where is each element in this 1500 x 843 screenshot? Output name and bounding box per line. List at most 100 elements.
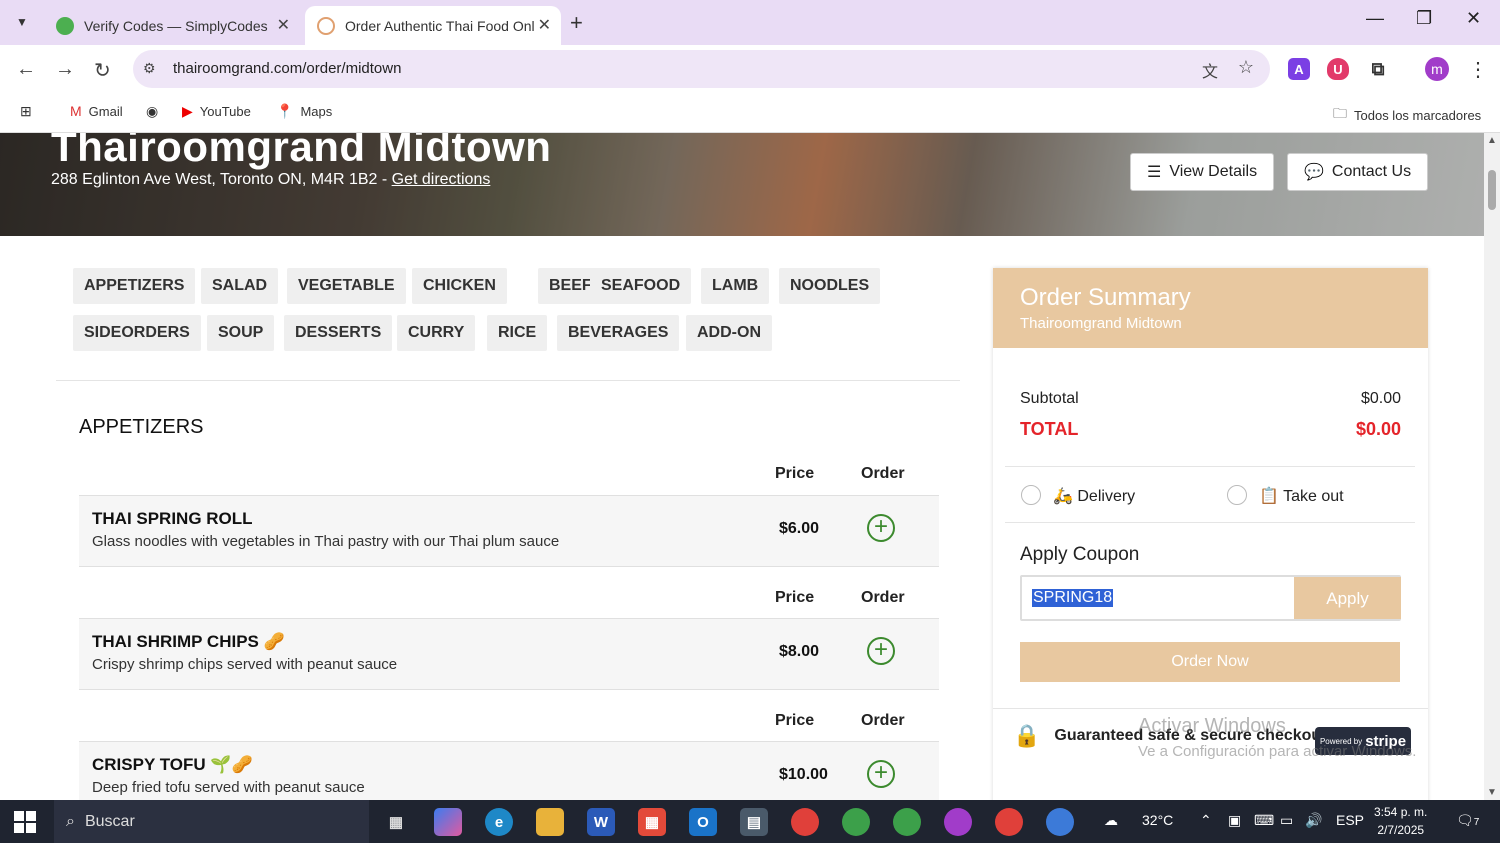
close-window-icon[interactable]: ✕ xyxy=(1466,8,1481,29)
taskbar-search[interactable]: ⌕ Buscar xyxy=(54,800,369,843)
price-header: Price xyxy=(775,712,815,729)
view-details-button[interactable]: ☰ View Details xyxy=(1130,153,1275,191)
add-to-order-icon[interactable]: + xyxy=(867,760,895,788)
chrome-icon[interactable] xyxy=(791,808,819,836)
coupon-input-value[interactable]: SPRING18 xyxy=(1032,589,1114,607)
contact-us-button[interactable]: 💬 Contact Us xyxy=(1287,153,1429,191)
clock[interactable]: 3:54 p. m. 2/7/2025 xyxy=(1374,803,1427,839)
word-icon[interactable]: W xyxy=(587,808,615,836)
weather-icon[interactable]: ☁ xyxy=(1104,812,1118,829)
takeout-radio[interactable] xyxy=(1227,485,1247,505)
chrome-icon[interactable] xyxy=(1046,808,1074,836)
tab-title: Verify Codes — SimplyCodes xyxy=(84,17,268,34)
subtotal-label: Subtotal xyxy=(1020,390,1079,407)
all-bookmarks[interactable]: 🗀 Todos los marcadores xyxy=(1333,103,1481,127)
category-soup[interactable]: SOUP xyxy=(207,315,275,351)
extensions-puzzle-icon[interactable]: ⧉ xyxy=(1367,58,1389,80)
order-summary-header: Order Summary Thairoomgrand Midtown xyxy=(993,268,1428,348)
windows-activation-subtext: Ve a Configuración para activar Windows. xyxy=(1138,743,1417,760)
chrome-icon[interactable] xyxy=(995,808,1023,836)
tab-thai-food[interactable]: Order Authentic Thai Food Onli ✕ xyxy=(305,6,561,45)
tab-search-button[interactable]: ▼ xyxy=(8,8,36,36)
weather-temp[interactable]: 32°C xyxy=(1142,812,1173,828)
bookmark-star-icon[interactable]: ☆ xyxy=(1238,57,1254,78)
chrome-active-icon[interactable] xyxy=(944,808,972,836)
page-content: Thairoomgrand Midtown 288 Eglinton Ave W… xyxy=(0,133,1484,800)
order-header: Order xyxy=(861,712,905,729)
category-rice[interactable]: RICE xyxy=(487,315,548,351)
extension-a-icon[interactable]: A xyxy=(1288,58,1310,80)
edge-icon[interactable]: e xyxy=(485,808,513,836)
volume-icon[interactable]: 🔊 xyxy=(1305,812,1322,829)
calculator-icon[interactable]: ▤ xyxy=(740,808,768,836)
bookmark-youtube[interactable]: ▶ YouTube xyxy=(182,103,251,120)
category-appetizers[interactable]: APPETIZERS xyxy=(73,268,196,304)
new-tab-icon[interactable]: + xyxy=(570,10,583,36)
close-tab-icon[interactable]: ✕ xyxy=(538,15,551,35)
lock-icon: 🔒 xyxy=(1013,723,1041,748)
category-salad[interactable]: SALAD xyxy=(201,268,279,304)
url-text[interactable]: thairoomgrand.com/order/midtown xyxy=(173,60,401,77)
profile-avatar[interactable]: m xyxy=(1425,57,1449,81)
order-now-button[interactable]: Order Now xyxy=(1020,642,1400,682)
category-lamb[interactable]: LAMB xyxy=(701,268,770,304)
coupon-input[interactable]: SPRING18 Apply xyxy=(1020,575,1401,621)
chrome-icon[interactable] xyxy=(893,808,921,836)
menu-item-row: THAI SPRING ROLL Glass noodles with vege… xyxy=(79,495,939,567)
network-icon[interactable]: ▭ xyxy=(1280,812,1293,829)
category-curry[interactable]: CURRY xyxy=(397,315,476,351)
divider xyxy=(1005,522,1415,523)
back-icon[interactable]: ← xyxy=(16,58,36,81)
bookmark-globe[interactable]: ◉ xyxy=(146,103,158,120)
category-vegetable[interactable]: VEGETABLE xyxy=(287,268,406,304)
meet-icon[interactable]: ▣ xyxy=(1228,812,1241,829)
microsoft-store-icon[interactable]: ▦ xyxy=(638,808,666,836)
price-header: Price xyxy=(775,589,815,606)
file-explorer-icon[interactable] xyxy=(536,808,564,836)
restore-icon[interactable]: ❐ xyxy=(1416,8,1432,29)
page-scrollbar[interactable]: ▲ ▼ xyxy=(1484,133,1500,800)
category-sideorders[interactable]: SIDEORDERS xyxy=(73,315,201,351)
category-noodles[interactable]: NOODLES xyxy=(779,268,881,304)
ime-icon[interactable]: ⌨ xyxy=(1254,812,1274,829)
reload-icon[interactable]: ↻ xyxy=(94,58,111,83)
category-beverages[interactable]: BEVERAGES xyxy=(557,315,680,351)
task-view-icon[interactable]: ▦ xyxy=(382,808,410,836)
notifications-icon[interactable]: 🗨7 xyxy=(1456,812,1479,829)
category-add-on[interactable]: ADD-ON xyxy=(686,315,772,351)
windows-taskbar: ⌕ Buscar ▦ e W ▦ O ▤ ☁ 32°C ⌃ ▣ ⌨ ▭ 🔊 ES… xyxy=(0,800,1500,843)
translate-icon[interactable]: 文 xyxy=(1202,58,1218,82)
language-indicator[interactable]: ESP xyxy=(1336,812,1364,828)
category-chicken[interactable]: CHICKEN xyxy=(412,268,507,304)
delivery-option[interactable]: 🛵 Delivery xyxy=(1053,486,1135,506)
site-info-icon[interactable]: ⚙ xyxy=(143,60,156,77)
takeout-option[interactable]: 📋 Take out xyxy=(1259,486,1344,506)
youtube-icon: ▶ xyxy=(182,103,193,119)
forward-icon[interactable]: → xyxy=(55,58,75,81)
copilot-icon[interactable] xyxy=(434,808,462,836)
tray-chevron-icon[interactable]: ⌃ xyxy=(1200,812,1212,829)
add-to-order-icon[interactable]: + xyxy=(867,514,895,542)
bookmark-maps[interactable]: 📍 Maps xyxy=(276,103,332,120)
tab-verify-codes[interactable]: Verify Codes — SimplyCodes ✕ xyxy=(44,6,300,45)
ublock-shield-icon[interactable]: U xyxy=(1327,58,1349,80)
apps-grid-icon[interactable]: ⊞ xyxy=(20,103,32,120)
chrome-icon[interactable] xyxy=(842,808,870,836)
price-header: Price xyxy=(775,465,815,482)
get-directions-link[interactable]: Get directions xyxy=(392,171,491,188)
category-seafood[interactable]: SEAFOOD xyxy=(590,268,692,304)
add-to-order-icon[interactable]: + xyxy=(867,637,895,665)
scroll-up-icon[interactable]: ▲ xyxy=(1487,135,1497,146)
outlook-icon[interactable]: O xyxy=(689,808,717,836)
delivery-radio[interactable] xyxy=(1021,485,1041,505)
category-desserts[interactable]: DESSERTS xyxy=(284,315,393,351)
bookmark-gmail[interactable]: M Gmail xyxy=(70,103,123,119)
more-menu-icon[interactable]: ⋮ xyxy=(1468,57,1488,82)
scroll-down-icon[interactable]: ▼ xyxy=(1487,787,1497,798)
windows-start-icon[interactable] xyxy=(14,811,36,833)
close-tab-icon[interactable]: ✕ xyxy=(277,15,290,35)
apply-coupon-button[interactable]: Apply xyxy=(1294,577,1401,619)
minimize-icon[interactable]: — xyxy=(1366,8,1384,29)
scrollbar-thumb[interactable] xyxy=(1488,170,1496,210)
address-bar[interactable]: ⚙ thairoomgrand.com/order/midtown 文 ☆ xyxy=(133,50,1270,88)
